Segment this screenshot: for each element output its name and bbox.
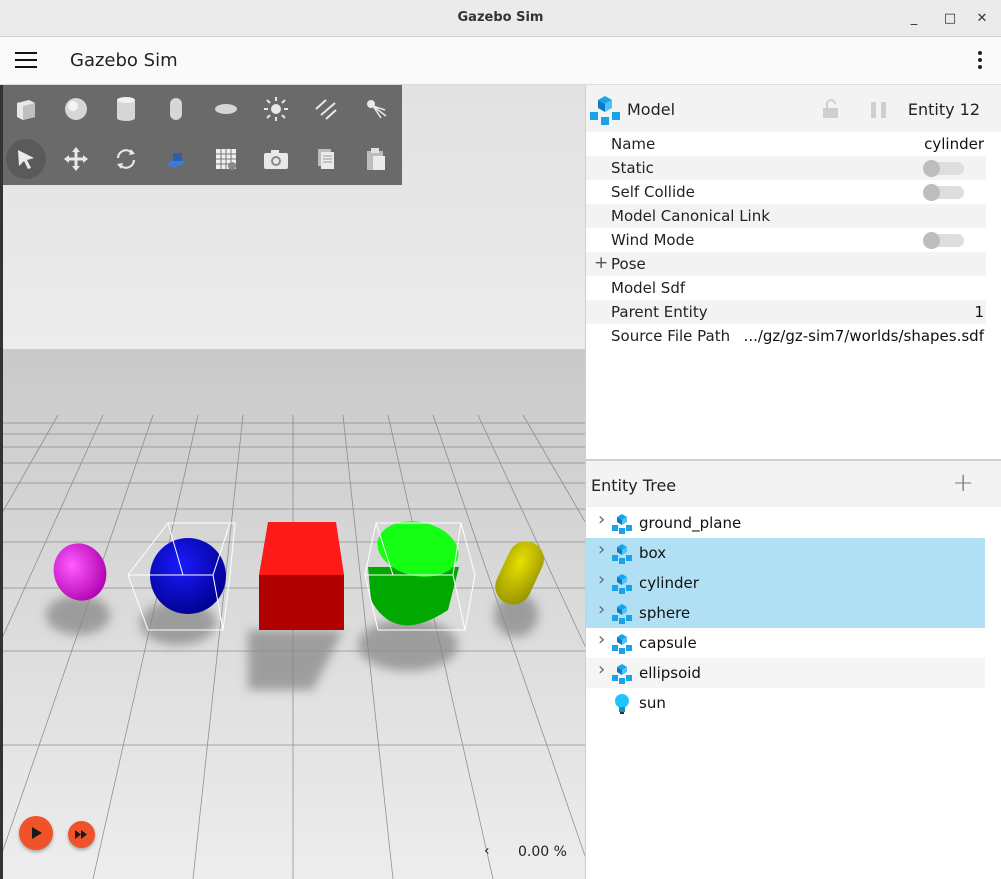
entity-tree-title: Entity Tree <box>591 476 677 495</box>
expand-chevron-icon[interactable]: › <box>598 629 605 650</box>
expand-chevron-icon[interactable]: › <box>598 659 605 680</box>
entity-tree-item-label: sun <box>639 694 666 712</box>
close-button[interactable]: ✕ <box>972 9 992 29</box>
entity-tree-item-label: capsule <box>639 634 697 652</box>
component-title: Model <box>627 100 676 119</box>
entity-tree-item-label: box <box>639 544 667 562</box>
add-entity-button[interactable]: + <box>952 470 974 496</box>
entity-tree-item-label: cylinder <box>639 574 699 592</box>
real-time-factor: 0.00 % <box>518 844 567 860</box>
entity-tree-item[interactable]: sun <box>586 688 985 718</box>
expand-chevron-icon[interactable]: › <box>598 599 605 620</box>
right-panel: Model Entity 12 Name cylinder Static Sel… <box>585 85 1001 879</box>
rotate-icon[interactable] <box>106 139 146 179</box>
entity-tree-item-label: ground_plane <box>639 514 742 532</box>
sphere-shape[interactable] <box>150 538 226 614</box>
step-forward-button[interactable] <box>68 821 95 848</box>
grid-icon[interactable] <box>206 139 246 179</box>
model-icon <box>611 633 633 655</box>
snap-icon[interactable] <box>156 139 196 179</box>
prop-row-model-sdf: Model Sdf <box>611 279 686 297</box>
entity-tree-item[interactable]: › sphere <box>586 598 985 628</box>
directional-light-icon[interactable] <box>306 89 346 129</box>
paste-icon[interactable] <box>356 139 396 179</box>
select-icon[interactable] <box>6 139 46 179</box>
app-header: Gazebo Sim <box>0 37 1001 85</box>
app-title: Gazebo Sim <box>70 50 178 71</box>
scene-toolbar <box>3 85 402 185</box>
pause-icon[interactable] <box>869 101 889 119</box>
rtf-expand-icon[interactable]: ‹ <box>484 843 490 859</box>
model-icon <box>611 603 633 625</box>
capsule-icon[interactable] <box>156 89 196 129</box>
prop-row-wind-mode: Wind Mode <box>586 228 986 252</box>
model-icon <box>611 513 633 535</box>
model-icon <box>611 543 633 565</box>
expand-pose-icon[interactable]: + <box>594 253 608 273</box>
prop-row-name: Name cylinder <box>611 135 984 153</box>
prop-row-canonical-link: Model Canonical Link <box>586 204 986 228</box>
box-shape[interactable] <box>259 522 344 630</box>
ellipsoid-icon[interactable] <box>206 89 246 129</box>
static-toggle[interactable] <box>923 160 964 177</box>
maximize-button[interactable]: □ <box>940 9 960 29</box>
model-icon <box>611 663 633 685</box>
prop-row-parent-entity: Parent Entity 1 <box>586 300 986 324</box>
model-icon <box>611 573 633 595</box>
expand-chevron-icon[interactable]: › <box>598 539 605 560</box>
wind-mode-toggle[interactable] <box>923 232 964 249</box>
entity-tree-item[interactable]: › ground_plane <box>586 508 985 538</box>
entity-tree-item[interactable]: › capsule <box>586 628 985 658</box>
unlock-icon[interactable] <box>822 99 840 119</box>
entity-tree-header: Entity Tree + <box>586 461 1001 507</box>
play-button[interactable] <box>19 816 53 850</box>
prop-row-static: Static <box>586 156 986 180</box>
translate-icon[interactable] <box>56 139 96 179</box>
self-collide-toggle[interactable] <box>923 184 964 201</box>
cylinder-icon[interactable] <box>106 89 146 129</box>
entity-tree-item[interactable]: › ellipsoid <box>586 658 985 688</box>
prop-row-self-collide: Self Collide <box>586 180 986 204</box>
entity-tree-item[interactable]: › cylinder <box>586 568 985 598</box>
minimize-button[interactable]: _ <box>904 9 924 29</box>
expand-chevron-icon[interactable]: › <box>598 509 605 530</box>
prop-row-pose[interactable]: + Pose <box>586 252 986 276</box>
light-bulb-icon <box>611 693 633 715</box>
box-icon[interactable] <box>6 89 46 129</box>
window-titlebar: Gazebo Sim _ □ ✕ <box>0 0 1001 37</box>
hamburger-menu-icon[interactable] <box>15 52 37 70</box>
model-icon <box>590 96 620 125</box>
screenshot-icon[interactable] <box>256 139 296 179</box>
prop-row-source-file: Source File Path .../gz/gz-sim7/worlds/s… <box>611 327 984 345</box>
point-light-icon[interactable] <box>256 89 296 129</box>
more-options-icon[interactable] <box>977 51 983 71</box>
sphere-icon[interactable] <box>56 89 96 129</box>
window-title: Gazebo Sim <box>457 10 544 25</box>
spot-light-icon[interactable] <box>356 89 396 129</box>
scene-viewport[interactable] <box>0 85 585 879</box>
component-inspector-header: Model Entity 12 <box>586 85 1001 132</box>
entity-id: Entity 12 <box>907 100 980 119</box>
expand-chevron-icon[interactable]: › <box>598 569 605 590</box>
entity-tree-item-label: ellipsoid <box>639 664 701 682</box>
copy-icon[interactable] <box>306 139 346 179</box>
entity-tree-item-label: sphere <box>639 604 691 622</box>
entity-tree-item[interactable]: › box <box>586 538 985 568</box>
